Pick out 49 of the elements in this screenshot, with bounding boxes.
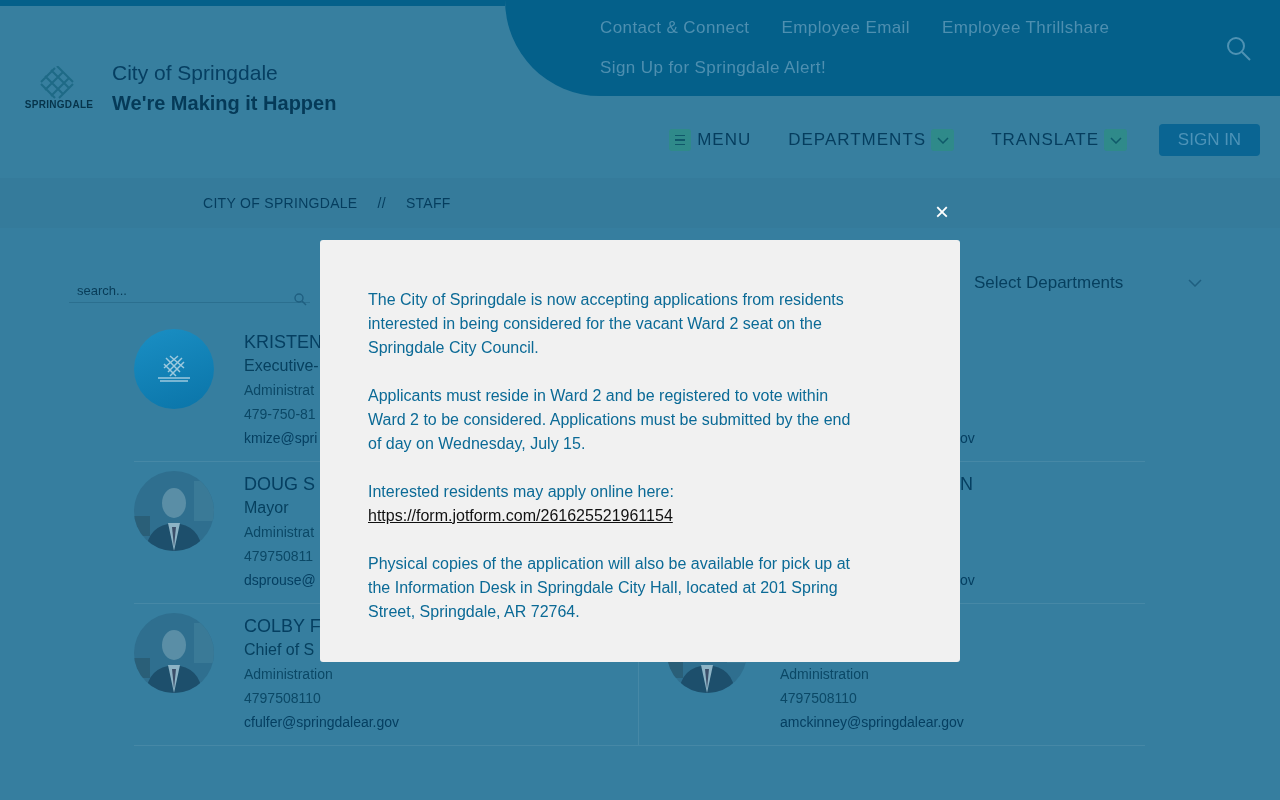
staff-department: Administration — [244, 665, 334, 684]
staff-email[interactable]: amckinney@springdalear.gov — [780, 710, 964, 734]
sign-in-button[interactable]: SIGN IN — [1159, 124, 1260, 156]
staff-name: DOUG S — [244, 473, 316, 496]
modal-paragraph: Applicants must reside in Ward 2 and be registered to vote within Ward 2 to be considered. Applications must be submitted by the end of day on Wednesday, July 15. — [368, 386, 852, 454]
breadcrumb-link[interactable]: CITY OF SPRINGDALE — [203, 192, 358, 214]
staff-email[interactable]: ov — [960, 568, 975, 592]
site-tagline: We're Making it Happen — [112, 91, 337, 116]
staff-phone[interactable]: 479-750-81 — [244, 402, 322, 426]
menu-icon — [669, 129, 692, 151]
staff-name: N — [960, 473, 974, 496]
staff-title: Chief of S — [244, 640, 316, 660]
site-logo[interactable]: SPRINGDALE — [26, 66, 92, 110]
search-icon — [294, 293, 307, 306]
staff-title: Mayor — [244, 498, 290, 518]
utility-link[interactable]: Sign Up for Springdale Alert! — [600, 57, 827, 79]
staff-department: Administrat — [244, 523, 316, 542]
staff-name: KRISTEN — [244, 331, 322, 354]
staff-email[interactable]: ov — [960, 426, 975, 450]
modal-paragraph: Interested residents may apply online here: — [368, 482, 675, 502]
staff-phone[interactable]: 479750811 — [244, 544, 316, 568]
logo-wordmark: SPRINGDALE — [24, 100, 94, 110]
chevron-down-icon — [931, 129, 955, 151]
search-icon[interactable] — [1226, 36, 1252, 62]
staff-department: Administrat — [244, 381, 316, 400]
dropdown-toggle[interactable]: DEPARTMENTS — [788, 127, 955, 153]
site-title[interactable]: City of Springdale — [112, 58, 337, 88]
staff-email[interactable]: dsprouse@ — [244, 568, 316, 592]
utility-link[interactable]: Contact & Connect — [600, 17, 750, 39]
staff-title: Executive- — [244, 356, 320, 376]
modal-paragraph: Physical copies of the application will also be available for pick up at the Information Desk in Springdale City Hall, located at 201 Spring Street, Springdale, AR 72764. — [368, 554, 852, 622]
menu-button[interactable]: MENU — [669, 127, 752, 153]
form-link[interactable]: https://form.jotform.com/261625521961154 — [368, 504, 673, 528]
chevron-down-icon — [1104, 129, 1127, 151]
close-button[interactable]: × — [930, 200, 954, 224]
breadcrumb-link[interactable]: STAFF — [405, 192, 451, 214]
staff-email[interactable]: cfulfer@springdalear.gov — [244, 710, 400, 734]
utility-link[interactable]: Employee Thrillshare — [941, 17, 1110, 39]
dropdown-toggle[interactable]: TRANSLATE — [991, 127, 1127, 153]
chevron-down-icon — [1188, 279, 1202, 287]
modal-paragraph: The City of Springdale is now accepting applications from residents interested in being considered for the vacant Ward 2 seat on the Springdale City Council. — [368, 290, 845, 358]
utility-link[interactable]: Employee Email — [781, 17, 910, 39]
staff-phone[interactable]: 4797508110 — [780, 686, 964, 710]
breadcrumb-separator: // — [377, 193, 386, 213]
staff-name: COLBY F — [244, 615, 322, 638]
search-field[interactable]: search... — [69, 279, 310, 303]
staff-phone[interactable]: 4797508110 — [244, 686, 400, 710]
staff-email[interactable]: kmize@spri — [244, 426, 322, 450]
staff-department: Administration — [780, 665, 870, 684]
